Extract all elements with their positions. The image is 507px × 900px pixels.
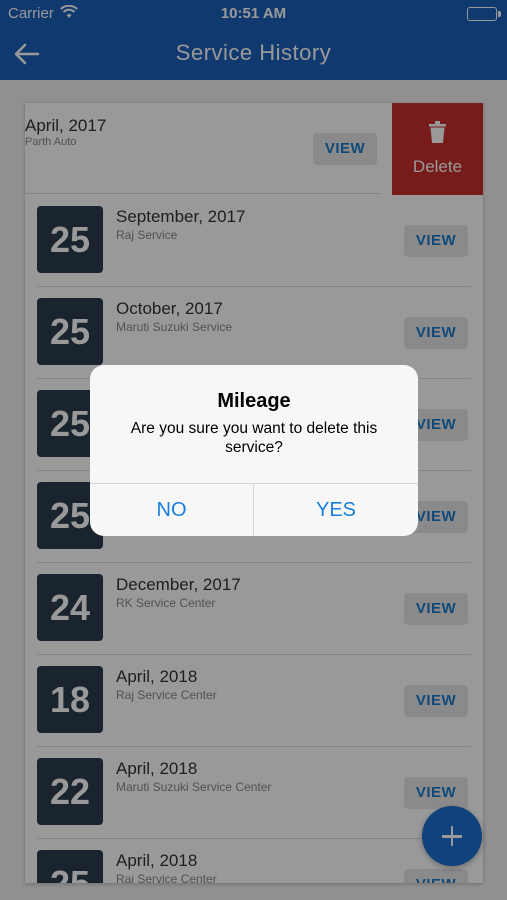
yes-button[interactable]: YES: [254, 484, 418, 536]
no-button[interactable]: NO: [90, 484, 253, 536]
dialog-message: Are you sure you want to delete this ser…: [130, 420, 378, 456]
dialog-title: Mileage: [217, 390, 291, 412]
confirm-dialog: Mileage Are you sure you want to delete …: [90, 365, 418, 536]
